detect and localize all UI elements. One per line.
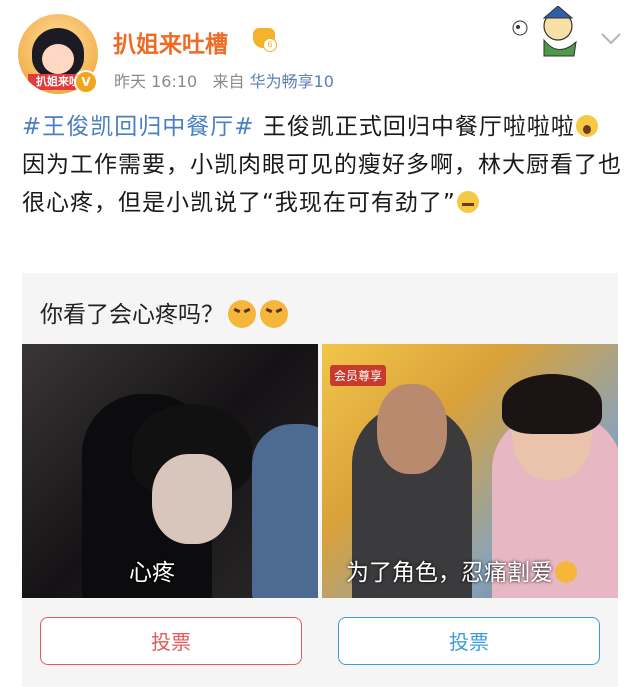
poll-left-caption-text: 心疼 <box>129 560 175 586</box>
person-chef-head <box>377 384 447 474</box>
poll-left-caption: 心疼 <box>129 553 175 587</box>
person-face <box>152 454 232 544</box>
post-text-part1: 王俊凯正式回归中餐厅啦啦啦 <box>254 114 575 140</box>
angry-emoji-icon <box>555 561 577 583</box>
thinking-emoji-icon <box>456 191 479 213</box>
post-text-part2: 因为工作需要，小凯肉眼可见的瘦好多啊，林大厨看了也很心疼，但是小凯说了“我现在可… <box>22 152 622 216</box>
post-text: #王俊凯回归中餐厅# 王俊凯正式回归中餐厅啦啦啦因为工作需要，小凯肉眼可见的瘦好… <box>22 108 622 222</box>
vote-button-right[interactable]: 投票 <box>338 617 600 665</box>
angry-emoji-icon <box>228 300 256 328</box>
post-time: 昨天 16:10 <box>114 72 198 91</box>
username[interactable]: 扒姐来吐槽 <box>113 25 228 59</box>
poll-right-caption-text: 为了角色，忍痛割爱 <box>346 560 553 586</box>
vote-button-left[interactable]: 投票 <box>40 617 302 665</box>
angry-emoji-icon <box>260 300 288 328</box>
topic-link[interactable]: #王俊凯回归中餐厅# <box>22 114 255 140</box>
person-boy-hair <box>502 374 602 434</box>
background-person <box>252 424 318 598</box>
cartoon-decoration-icon <box>512 6 577 57</box>
member-badge-icon[interactable] <box>253 28 277 52</box>
scream-emoji-icon <box>575 115 598 137</box>
avatar-face <box>42 44 74 74</box>
poll-question-text: 你看了会心疼吗？ <box>40 302 224 328</box>
vip-logo: 会员尊享 <box>330 365 387 386</box>
poll-right-caption: 为了角色，忍痛割爱 <box>346 553 577 587</box>
poll-question: 你看了会心疼吗？ <box>40 295 288 329</box>
device-link[interactable]: 华为畅享10 <box>250 72 334 91</box>
from-label: 来自 <box>212 72 245 91</box>
verified-icon: V <box>74 70 98 94</box>
chevron-down-icon[interactable] <box>600 32 622 46</box>
post-meta: 昨天 16:10 来自 华为畅享10 <box>114 68 334 92</box>
